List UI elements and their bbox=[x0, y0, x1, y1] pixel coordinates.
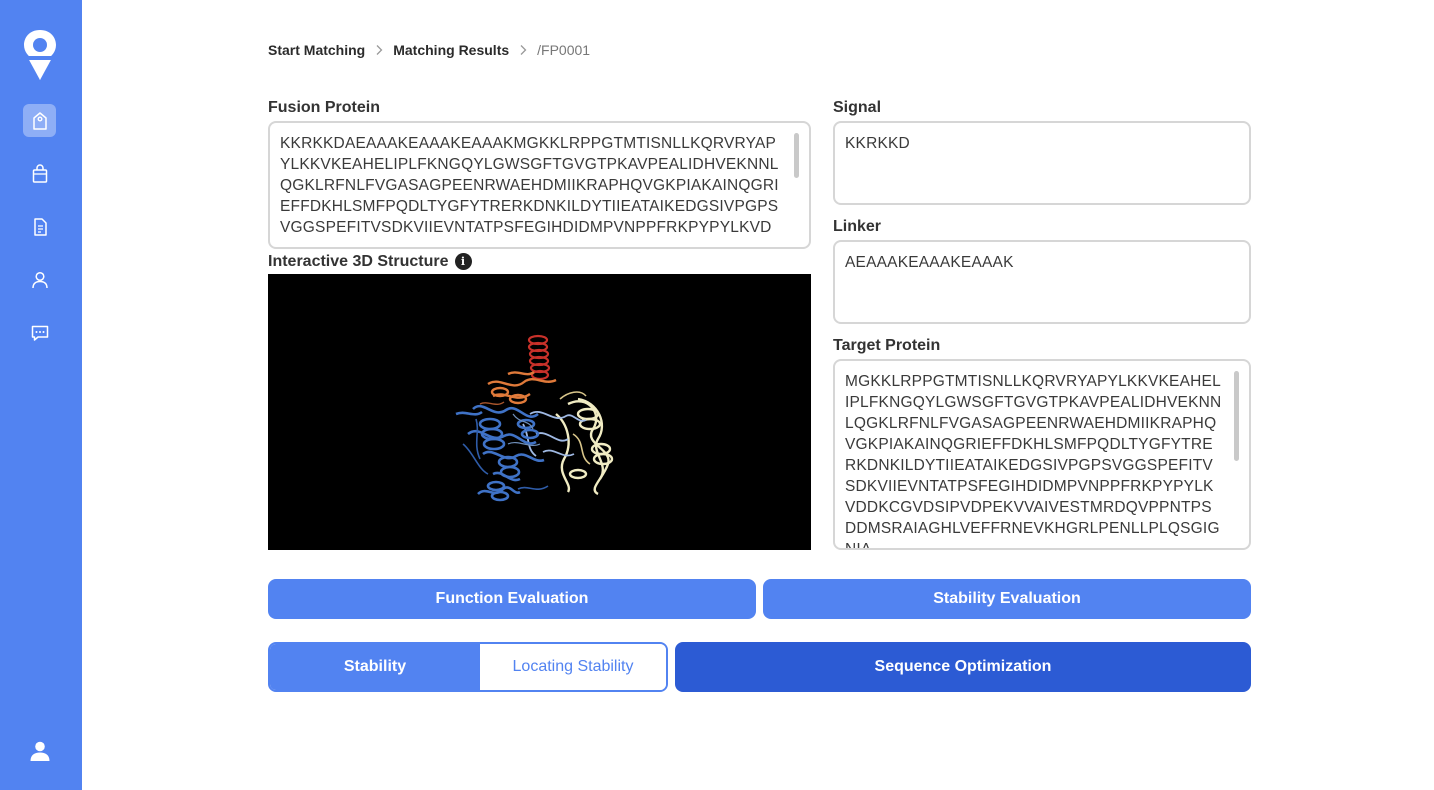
locating-stability-tab[interactable]: Locating Stability bbox=[480, 644, 666, 690]
3d-structure-viewer[interactable] bbox=[268, 274, 811, 550]
sidebar-item-document[interactable] bbox=[23, 210, 56, 243]
target-protein-scrollbar[interactable] bbox=[1234, 371, 1239, 461]
target-protein-field[interactable]: MGKKLRPPGTMTISNLLKQRVRYAPYLKKVKEAHELIPLF… bbox=[833, 359, 1251, 550]
chat-icon bbox=[31, 325, 48, 341]
stability-tab[interactable]: Stability bbox=[270, 644, 480, 690]
structure-label-text: Interactive 3D Structure bbox=[268, 253, 449, 270]
sidebar-item-tag[interactable] bbox=[23, 104, 56, 137]
target-protein-label: Target Protein bbox=[833, 337, 941, 354]
chevron-right-icon bbox=[375, 44, 383, 56]
fusion-protein-field[interactable]: KKRKKDAEAAAKEAAAKEAAAKMGKKLRPPGTMTISNLLK… bbox=[268, 121, 811, 249]
fusion-protein-scrollbar[interactable] bbox=[794, 133, 799, 178]
sequence-optimization-button[interactable]: Sequence Optimization bbox=[675, 642, 1251, 692]
fusion-protein-value: KKRKKDAEAAAKEAAAKEAAAKMGKKLRPPGTMTISNLLK… bbox=[280, 135, 779, 236]
breadcrumb-current: /FP0001 bbox=[537, 42, 591, 58]
stability-mode-toggle: Stability Locating Stability bbox=[268, 642, 668, 692]
fusion-protein-label: Fusion Protein bbox=[268, 99, 380, 116]
structure-label: Interactive 3D Structure i bbox=[268, 253, 472, 271]
protein-structure-render bbox=[455, 334, 614, 502]
breadcrumb: Start Matching Matching Results /FP0001 bbox=[268, 42, 590, 58]
linker-field[interactable]: AEAAAKEAAAKEAAAK bbox=[833, 240, 1251, 324]
sidebar-item-chat[interactable] bbox=[23, 316, 56, 349]
sidebar-item-user[interactable] bbox=[23, 263, 56, 296]
function-evaluation-button[interactable]: Function Evaluation bbox=[268, 579, 756, 619]
signal-value: KKRKKD bbox=[845, 135, 910, 152]
stability-evaluation-button[interactable]: Stability Evaluation bbox=[763, 579, 1251, 619]
linker-label: Linker bbox=[833, 218, 882, 235]
signal-field[interactable]: KKRKKD bbox=[833, 121, 1251, 205]
breadcrumb-start-matching[interactable]: Start Matching bbox=[268, 42, 365, 58]
signal-label: Signal bbox=[833, 99, 882, 116]
sidebar-item-bag[interactable] bbox=[23, 157, 56, 190]
shopping-bag-icon bbox=[32, 163, 47, 183]
tag-icon bbox=[32, 111, 47, 130]
user-icon bbox=[31, 271, 48, 288]
sidebar bbox=[0, 0, 82, 790]
chevron-right-icon bbox=[519, 44, 527, 56]
profile-button[interactable] bbox=[27, 738, 53, 764]
info-icon[interactable]: i bbox=[454, 253, 472, 271]
document-icon bbox=[33, 217, 47, 236]
app-logo[interactable] bbox=[20, 28, 60, 84]
linker-value: AEAAAKEAAAKEAAAK bbox=[845, 254, 1014, 271]
breadcrumb-matching-results[interactable]: Matching Results bbox=[393, 42, 509, 58]
target-protein-value: MGKKLRPPGTMTISNLLKQRVRYAPYLKKVKEAHELIPLF… bbox=[845, 373, 1222, 550]
profile-icon bbox=[30, 741, 50, 761]
